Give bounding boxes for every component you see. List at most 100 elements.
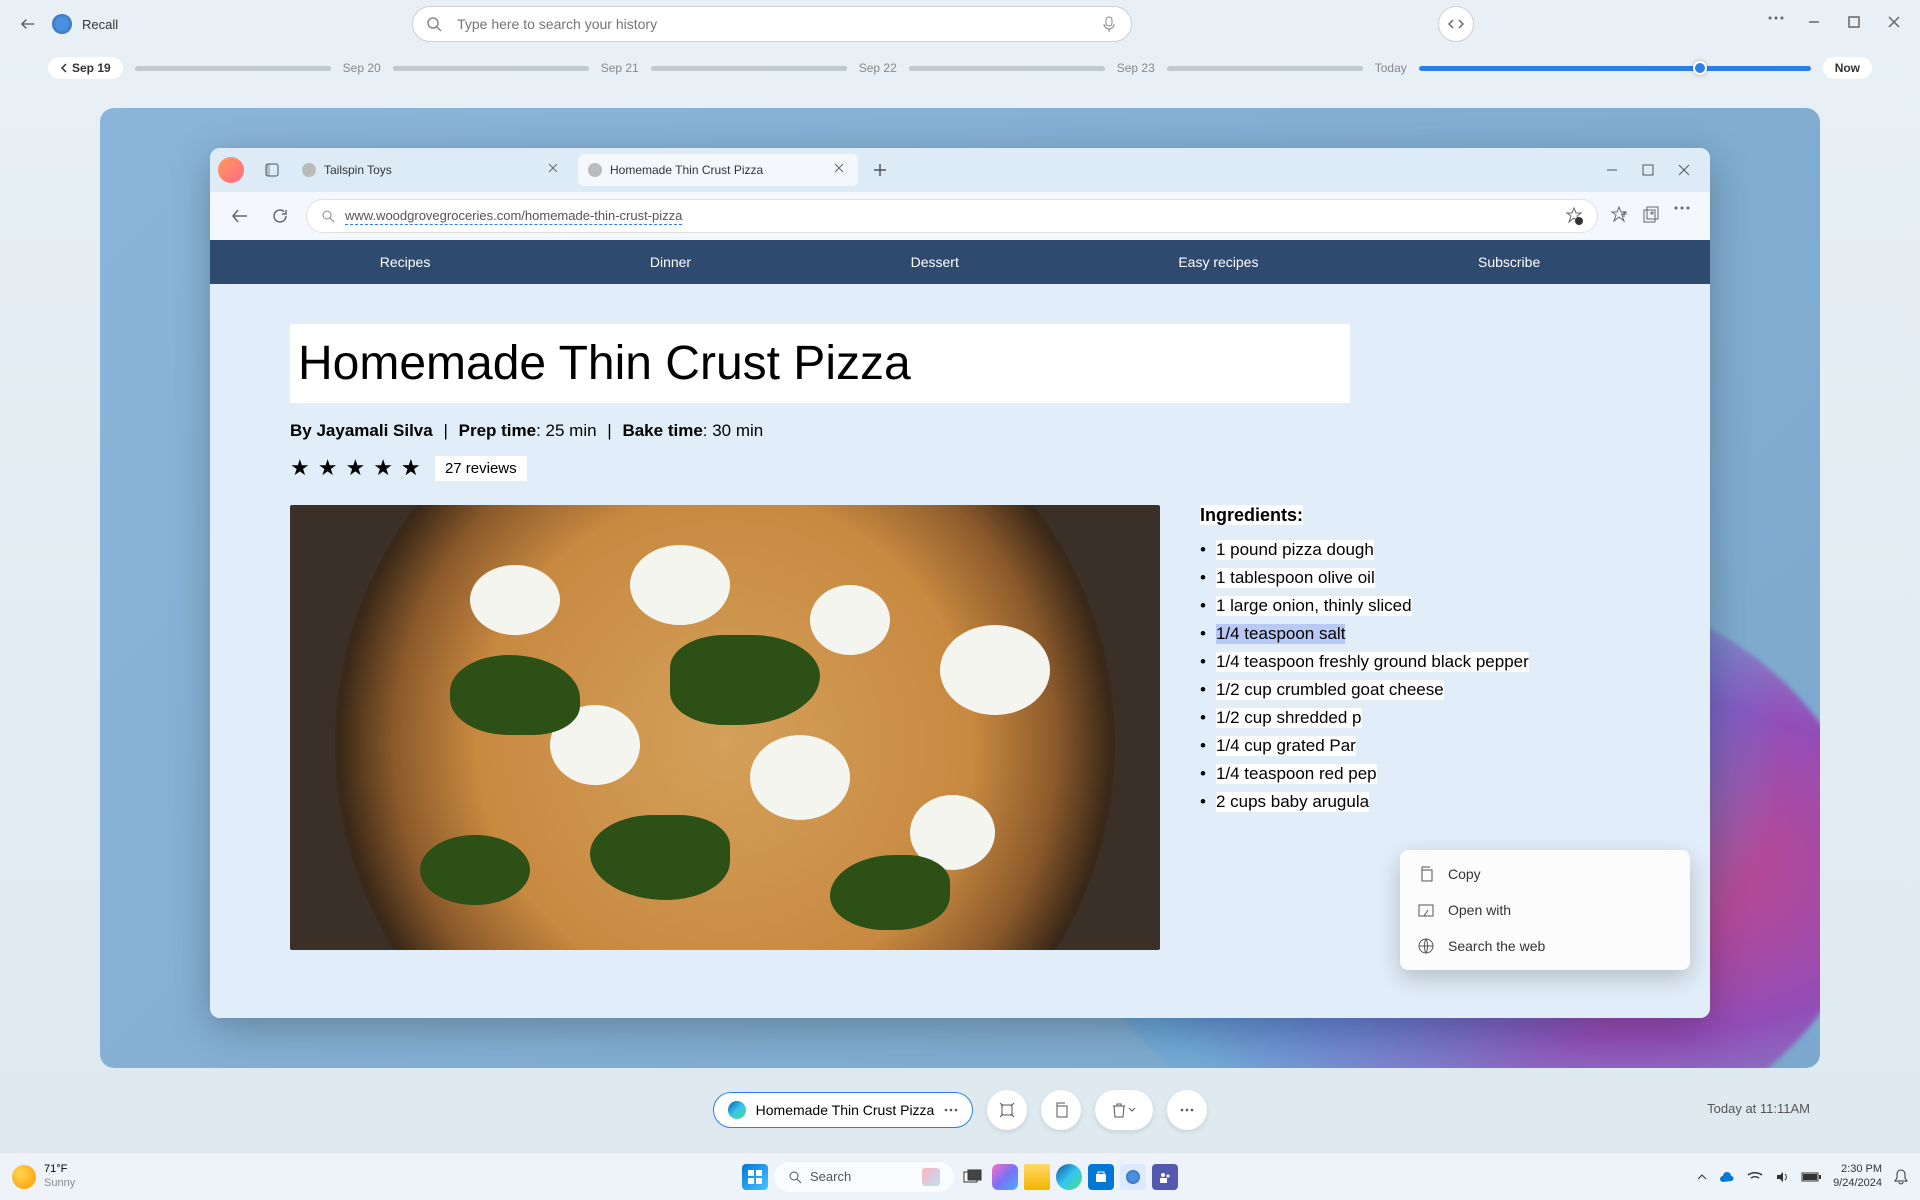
tray-chevron-icon[interactable] (1697, 1173, 1707, 1181)
browser-tab-inactive[interactable]: Tailspin Toys (292, 154, 572, 186)
copilot-icon[interactable] (992, 1164, 1018, 1190)
timeline-thumb[interactable] (1693, 61, 1707, 75)
delete-button[interactable] (1095, 1090, 1153, 1130)
window-maximize-icon[interactable] (1642, 164, 1654, 176)
source-app-pill[interactable]: Homemade Thin Crust Pizza (713, 1092, 974, 1128)
weather-widget[interactable]: 71°F Sunny (12, 1163, 75, 1189)
timeline-track[interactable] (135, 66, 331, 71)
collections-icon[interactable] (1642, 206, 1662, 226)
search-input[interactable] (412, 6, 1132, 42)
favorites-icon[interactable] (1610, 206, 1630, 226)
new-tab-button[interactable] (864, 154, 896, 186)
app-name: Recall (82, 17, 118, 32)
tab-title: Homemade Thin Crust Pizza (610, 163, 763, 177)
window-close-icon[interactable] (1678, 164, 1690, 176)
timeline-track-active[interactable] (1419, 66, 1811, 71)
ingredients-heading: Ingredients: (1200, 505, 1303, 525)
tray-battery-icon[interactable] (1801, 1172, 1821, 1182)
notifications-icon[interactable] (1894, 1169, 1908, 1185)
close-icon[interactable] (1888, 16, 1904, 32)
timeline-track[interactable] (651, 66, 847, 71)
star-icon: ★ (318, 455, 338, 481)
back-button[interactable] (16, 12, 40, 36)
reviews-count[interactable]: 27 reviews (435, 456, 527, 481)
task-view-icon[interactable] (960, 1164, 986, 1190)
star-rating: ★ ★ ★ ★ ★★ (290, 455, 423, 481)
favorite-badge-icon[interactable] (1565, 207, 1583, 225)
window-minimize-icon[interactable] (1606, 164, 1618, 176)
copy-icon (1418, 866, 1434, 882)
timeline-date-current[interactable]: Sep 19 (48, 57, 123, 79)
search-highlight-icon (922, 1168, 940, 1186)
taskbar-search[interactable]: Search (774, 1162, 954, 1192)
list-item: 1/4 teaspoon salt (1200, 620, 1630, 648)
nav-link[interactable]: Dinner (650, 254, 691, 270)
recall-logo-icon (52, 14, 72, 34)
tray-onedrive-icon[interactable] (1719, 1171, 1735, 1183)
edge-icon (728, 1101, 746, 1119)
list-item: 1 large onion, thinly sliced (1200, 592, 1630, 620)
explorer-icon[interactable] (1024, 1164, 1050, 1190)
open-with-icon (1418, 902, 1434, 918)
source-title: Homemade Thin Crust Pizza (756, 1102, 935, 1118)
maximize-icon[interactable] (1848, 16, 1864, 32)
crop-button[interactable] (987, 1090, 1027, 1130)
chevron-left-icon (60, 63, 68, 73)
nav-refresh-button[interactable] (266, 202, 294, 230)
timeline-label: Sep 23 (1117, 61, 1155, 75)
browser-tab-active[interactable]: Homemade Thin Crust Pizza (578, 154, 858, 186)
tray-wifi-icon[interactable] (1747, 1171, 1763, 1183)
timeline-label: Sep 21 (601, 61, 639, 75)
page-title: Homemade Thin Crust Pizza (298, 336, 1342, 391)
timeline-label: Sep 22 (859, 61, 897, 75)
profile-avatar[interactable] (218, 157, 244, 183)
browser-more-icon[interactable] (1674, 206, 1694, 226)
timeline-track[interactable] (909, 66, 1105, 71)
list-item: 1 pound pizza dough (1200, 536, 1630, 564)
list-item: 1/4 teaspoon freshly ground black pepper (1200, 648, 1630, 676)
url-bar[interactable]: www.woodgrovegroceries.com/homemade-thin… (306, 199, 1598, 233)
more-icon[interactable] (1768, 16, 1784, 32)
nav-back-button[interactable] (226, 202, 254, 230)
list-item: 1 tablespoon olive oil (1200, 564, 1630, 592)
taskbar-clock[interactable]: 2:30 PM 9/24/2024 (1833, 1163, 1882, 1189)
timeline-track[interactable] (393, 66, 589, 71)
code-button[interactable] (1438, 6, 1474, 42)
tab-title: Tailspin Toys (324, 163, 392, 177)
weather-condition: Sunny (44, 1177, 75, 1190)
weather-temp: 71°F (44, 1163, 75, 1176)
timeline-track[interactable] (1167, 66, 1363, 71)
timeline-now-button[interactable]: Now (1823, 57, 1872, 79)
list-item: 1/4 teaspoon red pep (1200, 760, 1630, 788)
nav-link[interactable]: Easy recipes (1178, 254, 1258, 270)
star-icon: ★ (345, 455, 365, 481)
recall-taskbar-icon[interactable] (1120, 1164, 1146, 1190)
star-half-icon: ★★ (401, 455, 423, 481)
recipe-image (290, 505, 1160, 950)
context-open-with[interactable]: Open with (1406, 892, 1684, 928)
more-actions-button[interactable] (1167, 1090, 1207, 1130)
microphone-icon[interactable] (1102, 16, 1118, 32)
start-button[interactable] (742, 1164, 768, 1190)
timeline[interactable]: Sep 19 Sep 20 Sep 21 Sep 22 Sep 23 Today… (0, 48, 1920, 88)
edge-taskbar-icon[interactable] (1056, 1164, 1082, 1190)
context-search-web[interactable]: Search the web (1406, 928, 1684, 964)
article-meta: By Jayamali Silva | Prep time: 25 min | … (290, 421, 1630, 441)
tray-volume-icon[interactable] (1775, 1170, 1789, 1184)
star-icon: ★ (373, 455, 393, 481)
nav-link[interactable]: Subscribe (1478, 254, 1540, 270)
teams-icon[interactable] (1152, 1164, 1178, 1190)
context-menu: Copy Open with Search the web (1400, 850, 1690, 970)
more-icon[interactable] (944, 1108, 958, 1112)
nav-link[interactable]: Recipes (380, 254, 431, 270)
favicon-icon (302, 163, 316, 177)
close-tab-icon[interactable] (834, 163, 848, 177)
taskbar[interactable]: 71°F Sunny Search 2:30 PM 9/24/2024 (0, 1152, 1920, 1200)
store-icon[interactable] (1088, 1164, 1114, 1190)
copy-button[interactable] (1041, 1090, 1081, 1130)
nav-link[interactable]: Dessert (911, 254, 959, 270)
close-tab-icon[interactable] (548, 163, 562, 177)
minimize-icon[interactable] (1808, 16, 1824, 32)
context-copy[interactable]: Copy (1406, 856, 1684, 892)
tab-actions-icon[interactable] (258, 156, 286, 184)
